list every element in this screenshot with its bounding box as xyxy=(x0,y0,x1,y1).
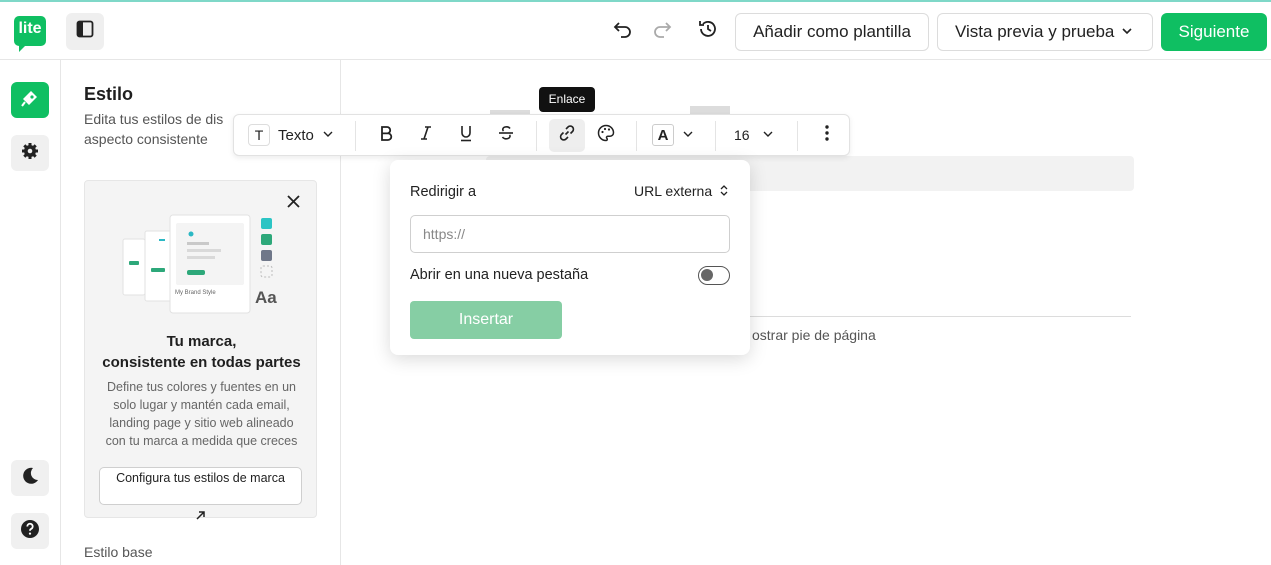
preview-label: Vista previa y prueba xyxy=(955,22,1115,41)
illustration-caption: My Brand Style xyxy=(175,290,216,296)
panel-description: Edita tus estilos de dis aspecto consist… xyxy=(84,111,224,147)
sidebar-panel-icon xyxy=(76,20,94,43)
help-icon xyxy=(20,519,40,544)
text-style-dropdown[interactable]: T Texto xyxy=(248,115,348,155)
configure-brand-styles-button[interactable]: Configura tus estilos de marca xyxy=(99,467,302,505)
palette-icon xyxy=(597,124,615,146)
close-icon xyxy=(287,195,300,212)
toggle-sidebar-button[interactable] xyxy=(66,13,104,50)
chevron-down-icon xyxy=(762,127,774,144)
help-button[interactable] xyxy=(11,513,49,549)
toolbar-divider xyxy=(536,121,537,151)
strikethrough-icon xyxy=(498,125,514,145)
text-color-dropdown[interactable]: A xyxy=(652,115,700,155)
more-options-button[interactable] xyxy=(814,115,840,155)
next-button[interactable]: Siguiente xyxy=(1161,13,1267,51)
underline-icon xyxy=(459,125,473,146)
promo-title-line2: consistente en todas partes xyxy=(102,354,301,371)
chevron-down-icon xyxy=(1121,22,1133,42)
footer-divider xyxy=(730,316,1131,317)
redirect-label: Redirigir a xyxy=(410,184,477,200)
moon-icon xyxy=(20,466,40,491)
history-button[interactable] xyxy=(696,19,720,43)
brand-style-illustration: My Brand Style Aa xyxy=(121,211,281,316)
illustration-aa: Aa xyxy=(255,288,277,307)
bold-icon xyxy=(379,125,393,145)
app-logo[interactable]: lite xyxy=(14,16,46,52)
link-button[interactable] xyxy=(552,115,582,155)
redo-icon xyxy=(651,18,673,45)
insert-link-button[interactable]: Insertar xyxy=(410,301,562,339)
italic-icon xyxy=(419,125,433,145)
brand-promo-card: My Brand Style Aa Tu marca, consistente … xyxy=(84,180,318,520)
text-style-label: Texto xyxy=(278,126,314,144)
url-input[interactable] xyxy=(410,215,730,253)
new-tab-toggle[interactable] xyxy=(698,266,730,285)
style-tool-button[interactable] xyxy=(11,82,49,118)
chevron-down-icon xyxy=(322,127,334,144)
toolbar-divider xyxy=(636,121,637,151)
add-as-template-button[interactable]: Añadir como plantilla xyxy=(735,13,929,51)
redirect-type-select[interactable]: URL externa xyxy=(634,183,728,199)
font-size-dropdown[interactable]: 16 xyxy=(734,115,784,155)
settings-button[interactable] xyxy=(11,135,49,171)
top-bar: lite Añadir como plantilla Vista previa … xyxy=(0,0,1271,60)
panel-title: Estilo xyxy=(84,84,134,104)
link-tooltip: Enlace xyxy=(539,87,595,112)
history-icon xyxy=(697,18,719,45)
strikethrough-button[interactable] xyxy=(492,115,520,155)
underline-button[interactable] xyxy=(452,115,480,155)
font-size-value: 16 xyxy=(734,127,750,143)
paint-brush-icon xyxy=(20,88,40,113)
redo-button[interactable] xyxy=(650,19,674,43)
text-color-icon: A xyxy=(652,124,674,146)
text-type-icon: T xyxy=(248,124,270,146)
promo-close-button[interactable] xyxy=(287,195,300,213)
promo-description: Define tus colores y fuentes en un solo … xyxy=(105,380,298,448)
chevron-down-icon xyxy=(682,127,694,144)
more-vertical-icon xyxy=(824,124,830,146)
italic-button[interactable] xyxy=(412,115,440,155)
bold-button[interactable] xyxy=(372,115,400,155)
redirect-type-value: URL externa xyxy=(634,183,713,199)
dark-mode-button[interactable] xyxy=(11,460,49,496)
left-rail xyxy=(0,60,61,565)
link-icon xyxy=(558,124,576,146)
toolbar-divider xyxy=(715,121,716,151)
toolbar-divider xyxy=(355,121,356,151)
toolbar-divider xyxy=(797,121,798,151)
preview-and-test-button[interactable]: Vista previa y prueba xyxy=(937,13,1153,51)
personalization-button[interactable] xyxy=(592,115,620,155)
sort-arrows-icon xyxy=(720,183,728,199)
undo-icon xyxy=(612,18,634,45)
external-link-arrow-icon xyxy=(195,509,206,524)
new-tab-label: Abrir en una nueva pestaña xyxy=(410,267,589,283)
show-footer-label[interactable]: ostrar pie de página xyxy=(752,327,876,343)
gear-icon xyxy=(21,142,39,165)
promo-title-line1: Tu marca, xyxy=(166,333,237,350)
text-formatting-toolbar: T Texto A 16 xyxy=(233,114,850,156)
link-popover: Redirigir a URL externa Abrir en una nue… xyxy=(390,160,750,355)
promo-title: Tu marca, consistente en todas partes xyxy=(85,331,318,373)
base-style-section-label: Estilo base xyxy=(84,544,153,560)
undo-button[interactable] xyxy=(611,19,635,43)
